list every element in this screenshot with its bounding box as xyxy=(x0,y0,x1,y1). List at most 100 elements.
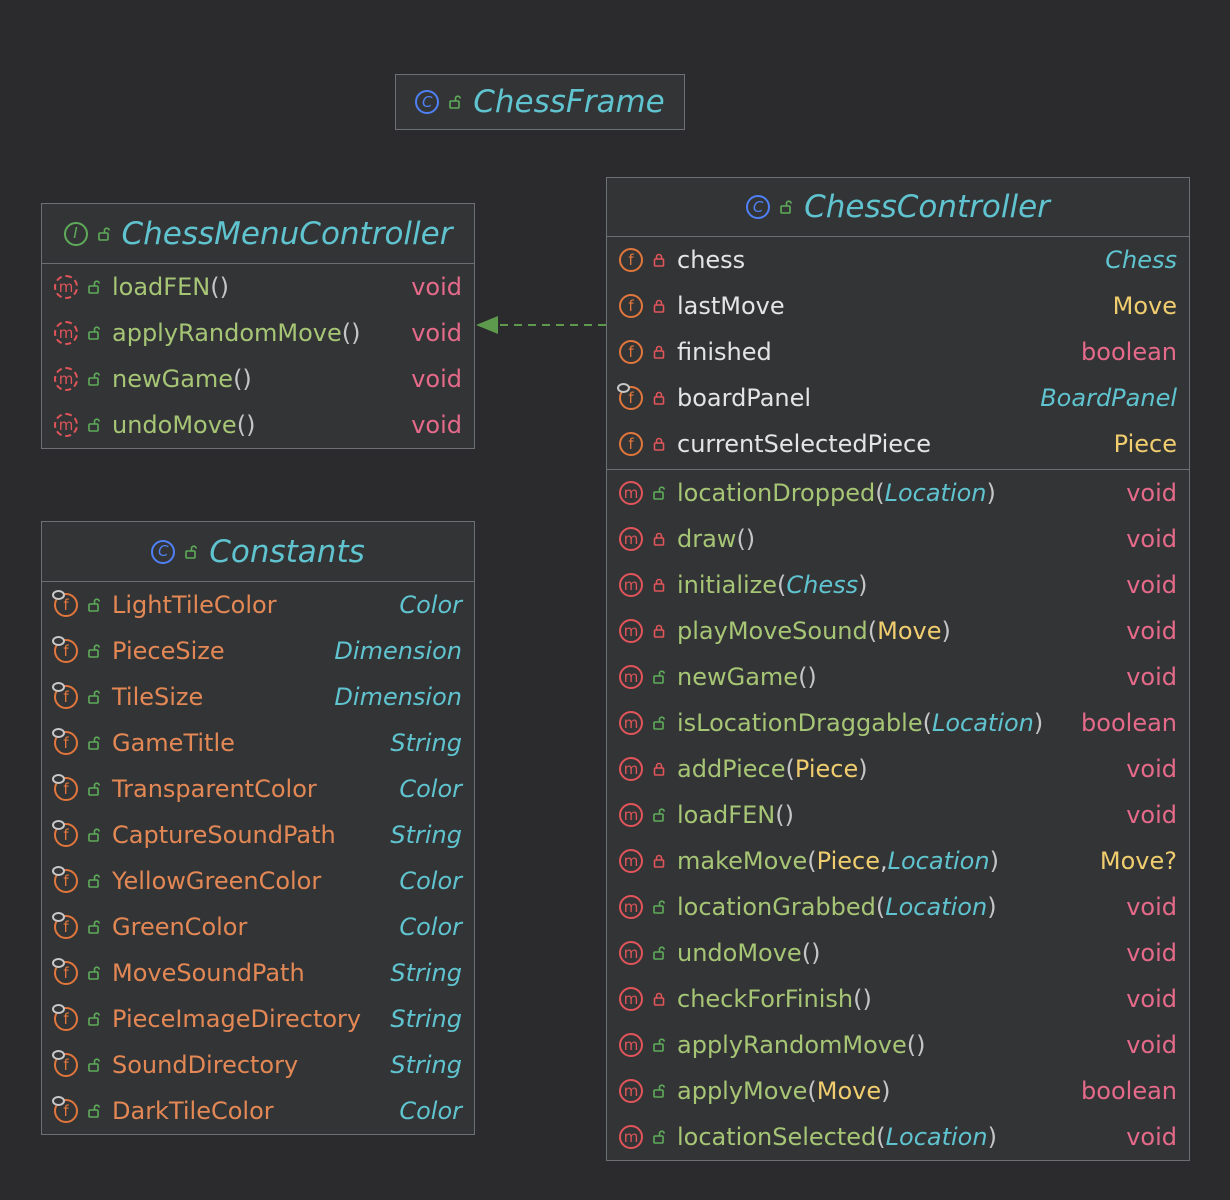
field-type: Chess xyxy=(1105,246,1177,274)
method-row[interactable]: m newGame() void xyxy=(54,356,474,402)
public-visibility-icon xyxy=(88,690,100,704)
param-close: ) xyxy=(987,1123,997,1151)
private-visibility-icon xyxy=(653,854,665,868)
method-row[interactable]: m locationGrabbed(Location) void xyxy=(619,884,1189,930)
field-name: finished xyxy=(677,338,772,366)
method-params: () xyxy=(210,273,229,301)
method-name: undoMove xyxy=(677,939,802,967)
param-open: ( xyxy=(876,1123,886,1151)
field-row[interactable]: f TransparentColor Color xyxy=(52,766,474,812)
public-visibility-icon xyxy=(88,1104,100,1118)
method-row[interactable]: m initialize(Chess) void xyxy=(619,562,1189,608)
method-icon: m xyxy=(619,941,643,965)
method-row[interactable]: m locationDropped(Location) void xyxy=(619,470,1189,516)
field-row[interactable]: f CaptureSoundPath String xyxy=(52,812,474,858)
param-close: ) xyxy=(989,847,999,875)
chessmenucontroller-interface-box[interactable]: I ChessMenuController m loadFEN() void m app… xyxy=(41,203,475,449)
param-close: ) xyxy=(987,893,997,921)
method-name: loadFEN xyxy=(677,801,776,829)
chessframe-title: ChessFrame xyxy=(473,84,665,120)
field-row[interactable]: f SoundDirectory String xyxy=(52,1042,474,1088)
field-row[interactable]: f MoveSoundPath String xyxy=(52,950,474,996)
param-open: () xyxy=(853,985,872,1013)
public-visibility-icon xyxy=(653,486,665,500)
constants-class-box[interactable]: C Constants f LightTileColor Color f PieceSi… xyxy=(41,521,475,1135)
private-visibility-icon xyxy=(653,391,665,405)
field-row[interactable]: f PieceImageDirectory String xyxy=(52,996,474,1042)
return-type: void xyxy=(411,273,462,301)
field-icon: f xyxy=(619,432,643,456)
param-close: ) xyxy=(858,755,868,783)
method-row[interactable]: m isLocationDraggable(Location) boolean xyxy=(619,700,1189,746)
static-field-icon: f xyxy=(52,820,78,847)
method-row[interactable]: m newGame() void xyxy=(619,654,1189,700)
method-row[interactable]: m locationSelected(Location) void xyxy=(619,1114,1189,1160)
return-type: void xyxy=(1126,801,1177,829)
field-type: Color xyxy=(399,867,462,895)
method-row[interactable]: m makeMove(Piece, Location) Move? xyxy=(619,838,1189,884)
method-icon: m xyxy=(619,527,643,551)
method-row[interactable]: m undoMove() void xyxy=(54,402,474,448)
method-name: makeMove xyxy=(677,847,808,875)
method-row[interactable]: m undoMove() void xyxy=(619,930,1189,976)
method-row[interactable]: m applyRandomMove() void xyxy=(619,1022,1189,1068)
param-open: ( xyxy=(807,847,817,875)
method-icon: m xyxy=(619,573,643,597)
field-type: String xyxy=(390,821,462,849)
param-open: ( xyxy=(875,479,885,507)
field-row[interactable]: f DarkTileColor Color xyxy=(52,1088,474,1134)
public-visibility-icon xyxy=(88,372,100,386)
param-open: () xyxy=(801,939,821,967)
field-row[interactable]: f TileSize Dimension xyxy=(52,674,474,720)
method-row[interactable]: m applyRandomMove() void xyxy=(54,310,474,356)
chessmenucontroller-methods: m loadFEN() void m applyRandomMove() void m new… xyxy=(42,264,474,448)
field-name: GreenColor xyxy=(112,913,248,941)
method-params: () xyxy=(236,411,256,439)
field-row[interactable]: f GameTitle String xyxy=(52,720,474,766)
public-visibility-icon xyxy=(88,326,100,340)
method-row[interactable]: m applyMove(Move) boolean xyxy=(619,1068,1189,1114)
chesscontroller-class-box[interactable]: C ChessController f chess Chess f lastMove Mo… xyxy=(606,177,1190,1161)
method-name: draw xyxy=(677,525,737,553)
chessframe-class-box[interactable]: C ChessFrame xyxy=(395,74,685,130)
field-name: PieceSize xyxy=(112,637,225,665)
field-row[interactable]: f currentSelectedPiece Piece xyxy=(619,421,1189,467)
method-row[interactable]: m loadFEN() void xyxy=(619,792,1189,838)
field-icon: f xyxy=(619,340,643,364)
return-type: void xyxy=(1126,939,1177,967)
field-row[interactable]: f finished boolean xyxy=(619,329,1189,375)
return-type: boolean xyxy=(1081,709,1177,737)
method-row[interactable]: m playMoveSound(Move) void xyxy=(619,608,1189,654)
field-row[interactable]: f boardPanel BoardPanel xyxy=(617,375,1189,421)
return-type: Move? xyxy=(1099,847,1177,875)
implements-arrow xyxy=(476,316,606,334)
method-name: applyRandomMove xyxy=(112,319,342,347)
constants-fields: f LightTileColor Color f PieceSize Dimension f… xyxy=(42,582,474,1134)
param-close: ) xyxy=(941,617,951,645)
method-name: isLocationDraggable xyxy=(677,709,923,737)
constants-header: C Constants xyxy=(42,522,474,582)
field-type: Dimension xyxy=(334,683,462,711)
method-row[interactable]: m loadFEN() void xyxy=(54,264,474,310)
method-icon: m xyxy=(54,321,78,345)
chesscontroller-methods: m locationDropped(Location) void m draw () voi… xyxy=(607,470,1189,1160)
method-row[interactable]: m draw() void xyxy=(619,516,1189,562)
field-row[interactable]: f YellowGreenColor Color xyxy=(52,858,474,904)
field-row[interactable]: f chess Chess xyxy=(619,237,1189,283)
param-open: () xyxy=(798,663,817,691)
field-row[interactable]: f PieceSize Dimension xyxy=(52,628,474,674)
field-type: Color xyxy=(399,913,462,941)
method-row[interactable]: m addPiece(Piece) void xyxy=(619,746,1189,792)
return-type: void xyxy=(1126,479,1177,507)
private-visibility-icon xyxy=(653,532,665,546)
field-row[interactable]: f LightTileColor Color xyxy=(52,582,474,628)
field-row[interactable]: f GreenColor Color xyxy=(52,904,474,950)
method-name: undoMove xyxy=(112,411,237,439)
private-visibility-icon xyxy=(653,345,665,359)
field-name: PieceImageDirectory xyxy=(112,1005,362,1033)
public-visibility-icon xyxy=(88,1058,100,1072)
method-name: applyMove xyxy=(677,1077,808,1105)
field-type: Color xyxy=(399,591,462,619)
field-row[interactable]: f lastMove Move xyxy=(619,283,1189,329)
method-row[interactable]: m checkForFinish() void xyxy=(619,976,1189,1022)
